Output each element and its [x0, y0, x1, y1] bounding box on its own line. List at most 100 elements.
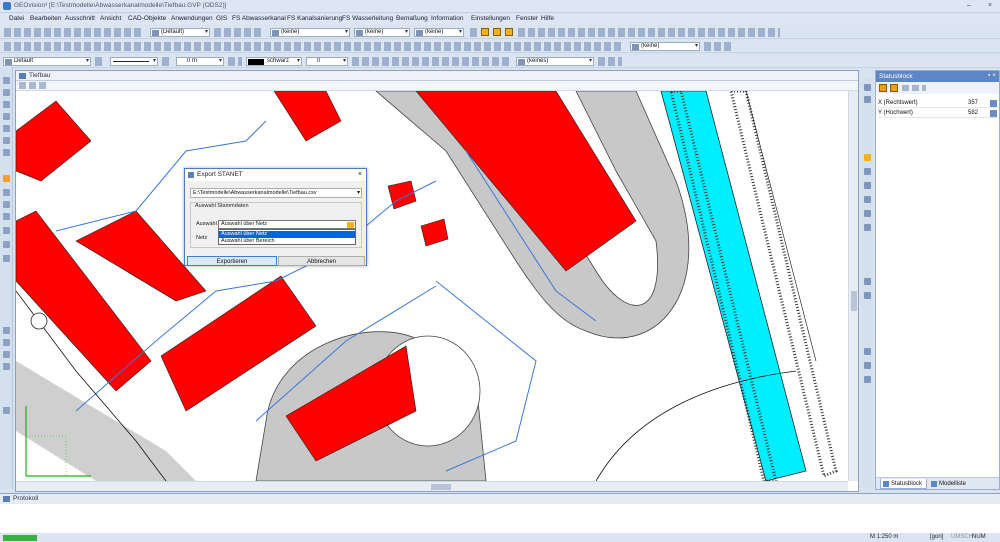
- group-combo[interactable]: (keine): [354, 28, 410, 37]
- info-tool-icon[interactable]: [3, 407, 10, 414]
- snap-toggle-1[interactable]: [481, 28, 489, 36]
- cancel-button[interactable]: Abbrechen: [278, 256, 365, 266]
- redraw-icon[interactable]: [864, 292, 871, 299]
- toolbar-icons[interactable]: [518, 28, 780, 37]
- toolbar-icons[interactable]: [4, 42, 624, 51]
- netz-label: Netz: [196, 235, 208, 241]
- tab-modelliste[interactable]: Modelliste: [929, 479, 979, 489]
- zoom-out-icon[interactable]: [864, 196, 871, 203]
- linetype-combo[interactable]: [110, 57, 158, 66]
- statusblock-tool-2-icon[interactable]: [890, 84, 898, 92]
- tab-statusblock[interactable]: Statusblock: [880, 479, 927, 489]
- copy-value-icon[interactable]: [990, 110, 997, 117]
- menu-bearbeiten[interactable]: Bearbeiten: [30, 15, 61, 22]
- toolbar-icons[interactable]: [228, 57, 242, 66]
- toolbar-icons[interactable]: [214, 28, 264, 37]
- minimize-button[interactable]: –: [963, 1, 975, 11]
- statusblock-tool-icons[interactable]: [902, 85, 926, 91]
- symbol-combo[interactable]: (keine): [630, 42, 700, 51]
- select-tool-icon[interactable]: [3, 77, 10, 84]
- toolbar-icons[interactable]: [4, 28, 144, 37]
- snap-endpoint-icon[interactable]: [864, 84, 871, 91]
- offset-field[interactable]: 0 m: [176, 57, 224, 66]
- pattern-combo[interactable]: (keines): [516, 57, 594, 66]
- object-combo[interactable]: (keine): [414, 28, 464, 37]
- hscroll-thumb[interactable]: [431, 484, 451, 490]
- symbol-tool-icon[interactable]: [3, 201, 10, 208]
- dialog-close-button[interactable]: ×: [358, 169, 362, 181]
- snap-active-icon[interactable]: [864, 154, 871, 161]
- toolbar-icons[interactable]: [352, 57, 510, 66]
- menu-einstellungen[interactable]: Einstellungen: [471, 15, 510, 22]
- color-combo[interactable]: schwarz: [246, 57, 302, 66]
- delete-tool-icon[interactable]: [3, 339, 10, 346]
- text-tool-icon[interactable]: [3, 137, 10, 144]
- style-combo[interactable]: (Default): [150, 28, 210, 37]
- layer-manager-icon[interactable]: [864, 348, 871, 355]
- active-tool-icon[interactable]: [3, 175, 10, 182]
- menu-information[interactable]: Information: [431, 15, 464, 22]
- scale-display[interactable]: M 1:250 m: [870, 534, 898, 540]
- snap-midpoint-icon[interactable]: [864, 96, 871, 103]
- option-auswahl-ueber-bereich[interactable]: Auswahl über Bereich: [219, 238, 355, 245]
- snap-toggle-2[interactable]: [493, 28, 501, 36]
- menu-gis[interactable]: GIS: [216, 15, 227, 22]
- snap-center-icon[interactable]: [864, 168, 871, 175]
- menu-datei[interactable]: Datei: [9, 15, 24, 22]
- auswahl-select[interactable]: Auswahl über Netz: [218, 220, 356, 229]
- menu-bemassung[interactable]: Bemaßung: [396, 15, 428, 22]
- toolbar-icons[interactable]: [704, 42, 734, 51]
- move-tool-icon[interactable]: [3, 227, 10, 234]
- layer-default-combo[interactable]: Default: [3, 57, 91, 66]
- arc-tool-icon[interactable]: [3, 113, 10, 120]
- copy-tool-icon[interactable]: [3, 327, 10, 334]
- trim-tool-icon[interactable]: [3, 351, 10, 358]
- angle-unit-display[interactable]: [gon]: [930, 534, 943, 540]
- layer-combo[interactable]: (keine): [270, 28, 350, 37]
- pin-icon[interactable]: ▪ ×: [988, 72, 996, 79]
- polyline-tool-icon[interactable]: [3, 101, 10, 108]
- menu-fs-wasserleitung[interactable]: FS Wasserleitung: [342, 15, 393, 22]
- statusblock-tool-1-icon[interactable]: [879, 84, 887, 92]
- toolbar-icons[interactable]: [470, 28, 480, 37]
- menu-ausschnitt[interactable]: Ausschnitt: [65, 15, 95, 22]
- export-button[interactable]: Exportieren: [187, 256, 277, 266]
- zoom-window-icon[interactable]: [864, 210, 871, 217]
- map-canvas[interactable]: [16, 91, 848, 481]
- option-auswahl-ueber-netz[interactable]: Auswahl über Netz: [219, 231, 355, 238]
- measure-tool-icon[interactable]: [3, 189, 10, 196]
- menu-fenster[interactable]: Fenster: [516, 15, 538, 22]
- edit-tool-icon[interactable]: [3, 213, 10, 220]
- menu-ansicht[interactable]: Ansicht: [100, 15, 121, 22]
- vscroll-thumb[interactable]: [851, 291, 857, 311]
- export-path-combo[interactable]: E:\Testmodelle\Abwasserkanalmodelle\Tief…: [190, 188, 362, 198]
- linewidth-combo[interactable]: 0: [306, 57, 348, 66]
- circle-tool-icon[interactable]: [3, 125, 10, 132]
- dropdown-button-icon[interactable]: [347, 222, 354, 228]
- menu-fs-abwasserkanal[interactable]: FS Abwasserkanal: [232, 15, 286, 22]
- properties-icon[interactable]: [864, 362, 871, 369]
- line-tool-icon[interactable]: [3, 89, 10, 96]
- copy-value-icon[interactable]: [990, 100, 997, 107]
- menu-cad-objekte[interactable]: CAD-Objekte: [128, 15, 166, 22]
- zoom-in-icon[interactable]: [864, 182, 871, 189]
- toolbar-icons[interactable]: [95, 57, 105, 66]
- toolbar-icons[interactable]: [598, 57, 622, 66]
- zoom-all-icon[interactable]: [864, 224, 871, 231]
- snap-toggle-3[interactable]: [505, 28, 513, 36]
- close-button[interactable]: ×: [984, 1, 996, 11]
- hatch-tool-icon[interactable]: [3, 149, 10, 156]
- print-icon[interactable]: [864, 376, 871, 383]
- mirror-tool-icon[interactable]: [3, 255, 10, 262]
- map-window-tool-icons[interactable]: [19, 82, 47, 89]
- map-vertical-scrollbar[interactable]: [848, 91, 858, 481]
- map-horizontal-scrollbar[interactable]: [16, 481, 848, 491]
- menu-hilfe[interactable]: Hilfe: [541, 15, 554, 22]
- rotate-tool-icon[interactable]: [3, 241, 10, 248]
- toolbar-icons[interactable]: [162, 57, 172, 66]
- menu-fs-kanalsanierung[interactable]: FS Kanalsanierung: [287, 15, 342, 22]
- menu-anwendungen[interactable]: Anwendungen: [171, 15, 213, 22]
- pan-icon[interactable]: [864, 278, 871, 285]
- toolbar-main: (Default) (keine) (keine) (keine): [0, 26, 1000, 39]
- extend-tool-icon[interactable]: [3, 363, 10, 370]
